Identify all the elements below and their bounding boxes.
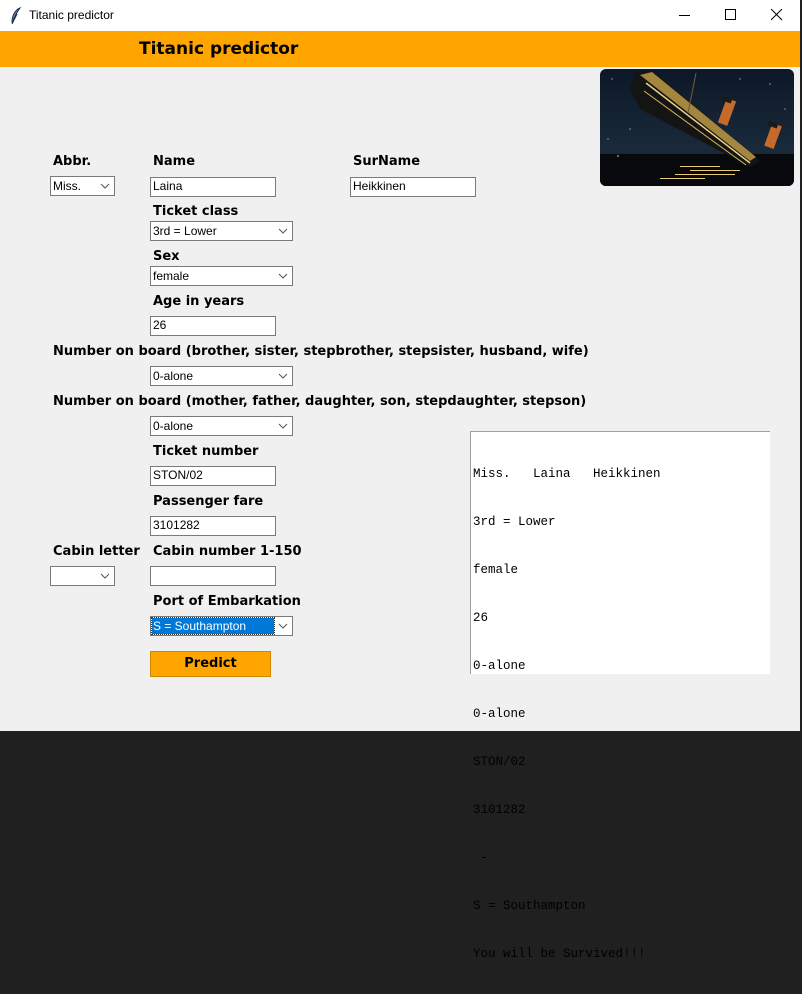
parch-label: Number on board (mother, father, daughte… — [53, 394, 587, 409]
close-button[interactable] — [754, 0, 800, 31]
age-input[interactable]: 26 — [150, 316, 276, 336]
output-line: 0-alone — [473, 659, 526, 673]
output-line: S = Southampton — [473, 899, 586, 913]
chevron-down-icon — [278, 373, 288, 379]
output-line: 26 — [473, 611, 489, 625]
ticket-class-select[interactable]: 3rd = Lower — [150, 221, 293, 241]
fare-label: Passenger fare — [153, 494, 264, 509]
surname-label: SurName — [353, 154, 421, 169]
chevron-down-icon — [278, 273, 288, 279]
predict-button[interactable]: Predict — [150, 651, 271, 677]
app-window: Titanic predictor Titanic predictor Abbr… — [0, 0, 800, 961]
header-bar: Titanic predictor — [0, 31, 800, 67]
ticket-number-label: Ticket number — [153, 444, 259, 459]
title-bar: Titanic predictor — [0, 0, 800, 31]
cabin-number-input[interactable] — [150, 566, 276, 586]
name-label: Name — [153, 154, 196, 169]
abbr-select[interactable]: Miss. — [50, 176, 115, 196]
embarked-value: S = Southampton — [151, 617, 275, 635]
window-title: Titanic predictor — [29, 8, 114, 22]
close-icon — [771, 9, 783, 21]
cabin-number-label: Cabin number 1-150 — [153, 544, 302, 559]
ticket-class-value: 3rd = Lower — [153, 224, 217, 238]
cabin-letter-select[interactable] — [50, 566, 115, 586]
output-line: - — [473, 851, 489, 865]
titanic-image — [600, 69, 794, 186]
ticket-number-input[interactable]: STON/02 — [150, 466, 276, 486]
sibsp-select[interactable]: 0-alone — [150, 366, 293, 386]
parch-value: 0-alone — [153, 419, 194, 433]
surname-input[interactable]: Heikkinen — [350, 177, 476, 197]
chevron-down-icon — [100, 573, 110, 579]
abbr-label: Abbr. — [53, 154, 92, 169]
sibsp-label: Number on board (brother, sister, stepbr… — [53, 344, 589, 359]
output-line: 3101282 — [473, 803, 526, 817]
name-input[interactable]: Laina — [150, 177, 276, 197]
embarked-select[interactable]: S = Southampton — [150, 616, 293, 636]
chevron-down-icon — [100, 183, 110, 189]
sibsp-value: 0-alone — [153, 369, 194, 383]
cabin-letter-label: Cabin letter — [53, 544, 140, 559]
minimize-icon — [679, 15, 690, 16]
sex-value: female — [153, 269, 190, 283]
output-textarea[interactable]: Miss. Laina Heikkinen 3rd = Lower female… — [470, 431, 770, 961]
chevron-down-icon — [278, 623, 288, 629]
prediction-result: You will be Survived!!! — [473, 947, 646, 961]
age-label: Age in years — [153, 294, 245, 309]
sex-label: Sex — [153, 249, 180, 264]
output-line: Miss. Laina Heikkinen — [473, 467, 661, 481]
abbr-value: Miss. — [53, 179, 81, 193]
chevron-down-icon — [278, 228, 288, 234]
parch-select[interactable]: 0-alone — [150, 416, 293, 436]
output-line: STON/02 — [473, 755, 526, 769]
chevron-down-icon — [278, 423, 288, 429]
maximize-icon — [725, 9, 736, 20]
fare-input[interactable]: 3101282 — [150, 516, 276, 536]
feather-icon — [11, 7, 22, 25]
sex-select[interactable]: female — [150, 266, 293, 286]
header-title: Titanic predictor — [139, 39, 299, 59]
output-line: female — [473, 563, 519, 577]
embarked-label: Port of Embarkation — [153, 594, 301, 609]
minimize-button[interactable] — [662, 0, 708, 31]
output-line: 3rd = Lower — [473, 515, 556, 529]
maximize-button[interactable] — [708, 0, 754, 31]
ticket-class-label: Ticket class — [153, 204, 239, 219]
output-line: 0-alone — [473, 707, 526, 721]
